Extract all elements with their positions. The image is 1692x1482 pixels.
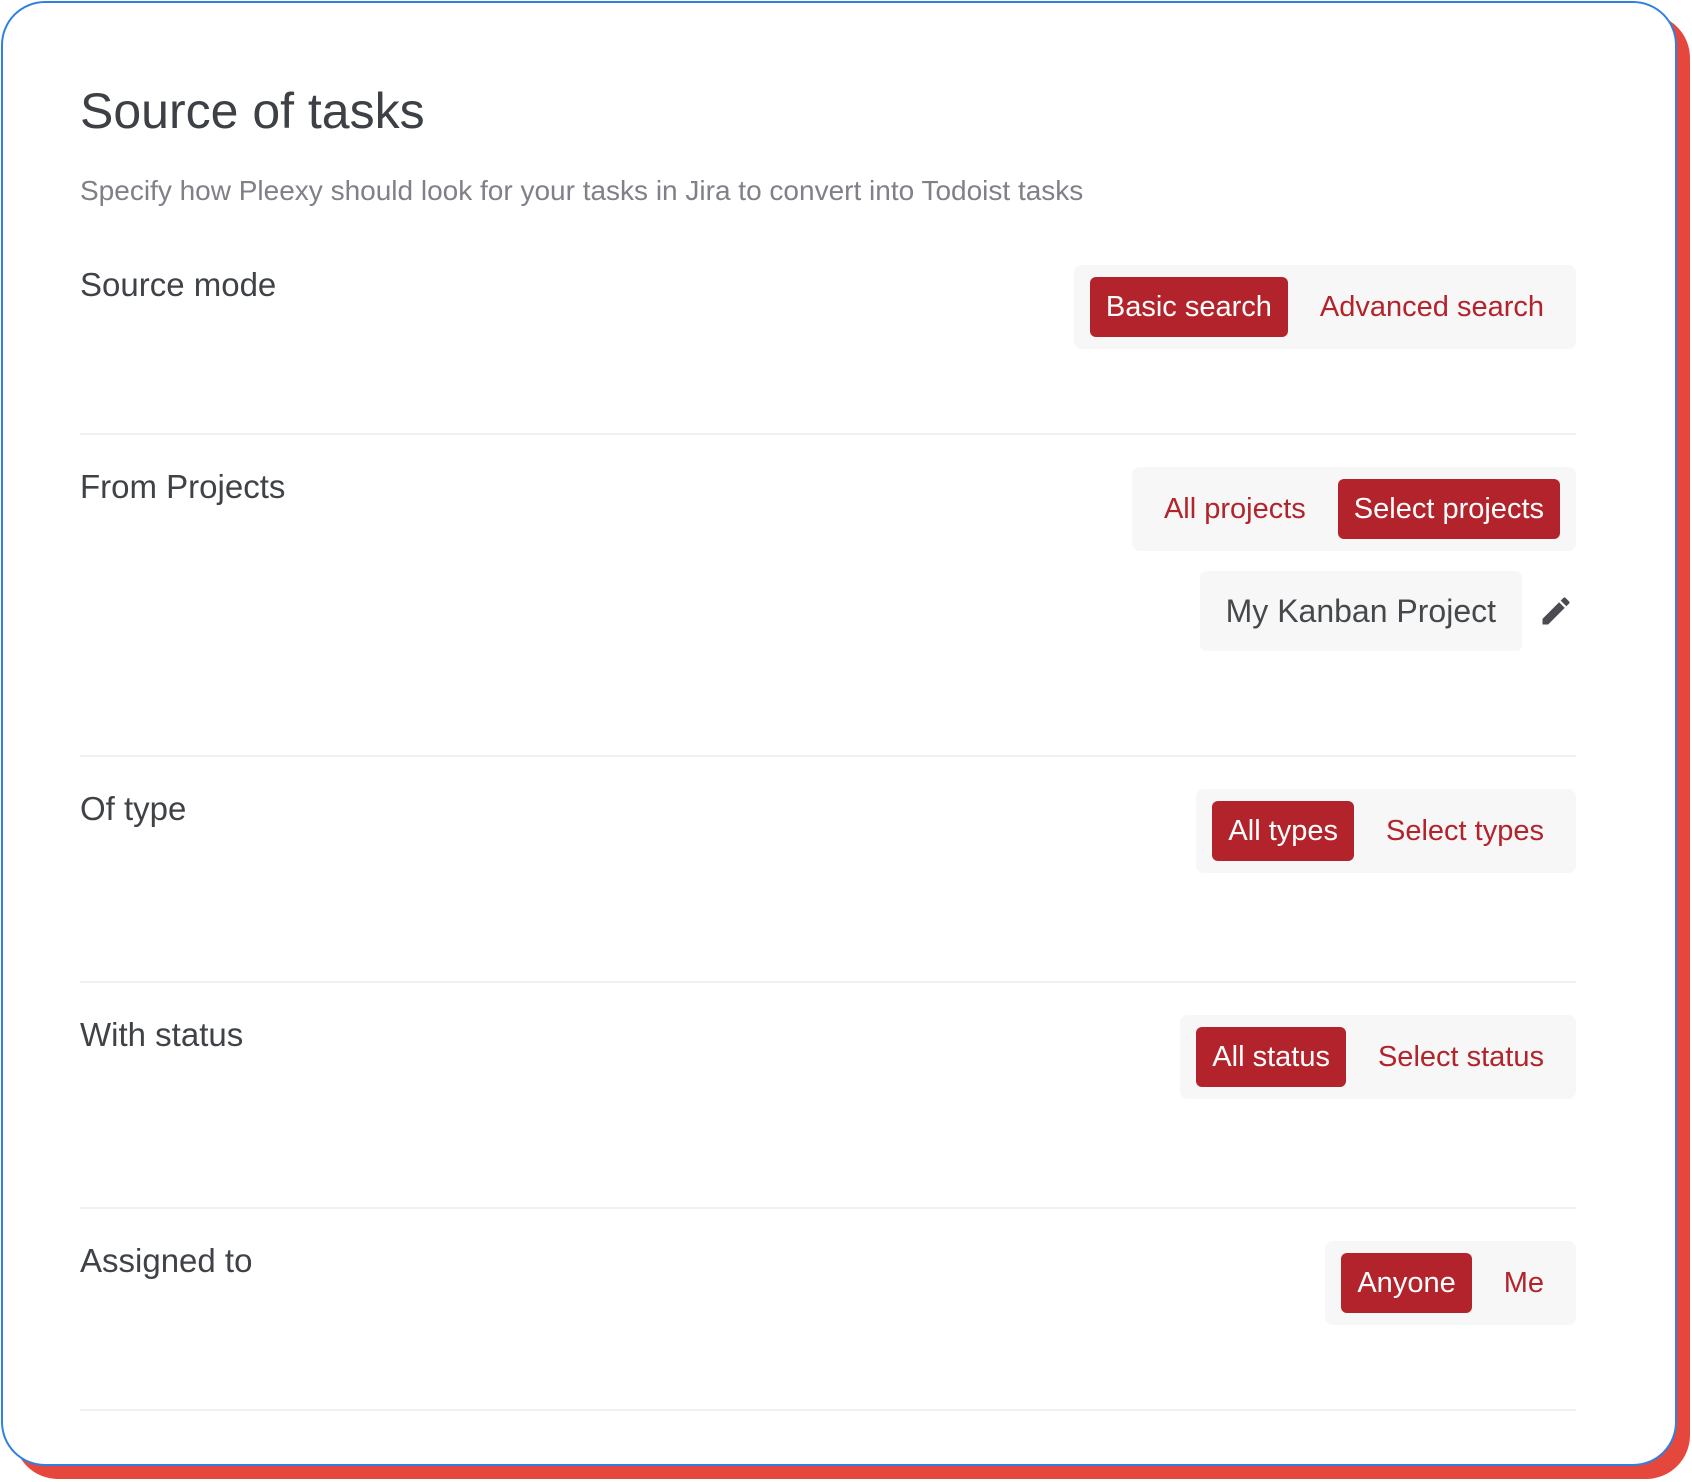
anyone-option[interactable]: Anyone bbox=[1341, 1253, 1472, 1313]
assignee-toggle: Anyone Me bbox=[1325, 1241, 1576, 1325]
me-option[interactable]: Me bbox=[1488, 1253, 1560, 1313]
type-toggle: All types Select types bbox=[1196, 789, 1576, 873]
divider bbox=[80, 981, 1576, 983]
pencil-icon[interactable] bbox=[1536, 591, 1576, 631]
all-types-option[interactable]: All types bbox=[1212, 801, 1355, 861]
divider bbox=[80, 1207, 1576, 1209]
basic-search-option[interactable]: Basic search bbox=[1089, 277, 1288, 337]
page-title: Source of tasks bbox=[80, 83, 425, 139]
all-projects-option[interactable]: All projects bbox=[1148, 479, 1322, 539]
source-mode-label: Source mode bbox=[80, 266, 277, 303]
advanced-search-option[interactable]: Advanced search bbox=[1304, 277, 1560, 337]
all-status-option[interactable]: All status bbox=[1196, 1027, 1346, 1087]
page-subtitle: Specify how Pleexy should look for your … bbox=[80, 175, 1084, 206]
divider bbox=[80, 1409, 1576, 1411]
from-projects-label: From Projects bbox=[80, 468, 286, 505]
divider bbox=[80, 755, 1576, 757]
projects-toggle: All projects Select projects bbox=[1131, 467, 1576, 551]
select-status-option[interactable]: Select status bbox=[1362, 1027, 1560, 1087]
select-types-option[interactable]: Select types bbox=[1370, 801, 1560, 861]
pencil-icon-glyph bbox=[1542, 597, 1570, 625]
status-toggle: All status Select status bbox=[1180, 1015, 1576, 1099]
assigned-to-label: Assigned to bbox=[80, 1242, 253, 1279]
with-status-label: With status bbox=[80, 1016, 244, 1053]
selected-projects: My Kanban Project bbox=[1199, 571, 1576, 651]
divider bbox=[80, 433, 1576, 435]
select-projects-option[interactable]: Select projects bbox=[1337, 479, 1560, 539]
of-type-label: Of type bbox=[80, 790, 187, 827]
project-chip: My Kanban Project bbox=[1199, 571, 1522, 651]
settings-card: Source of tasks Specify how Pleexy shoul… bbox=[1, 1, 1677, 1466]
source-mode-toggle: Basic search Advanced search bbox=[1073, 265, 1576, 349]
